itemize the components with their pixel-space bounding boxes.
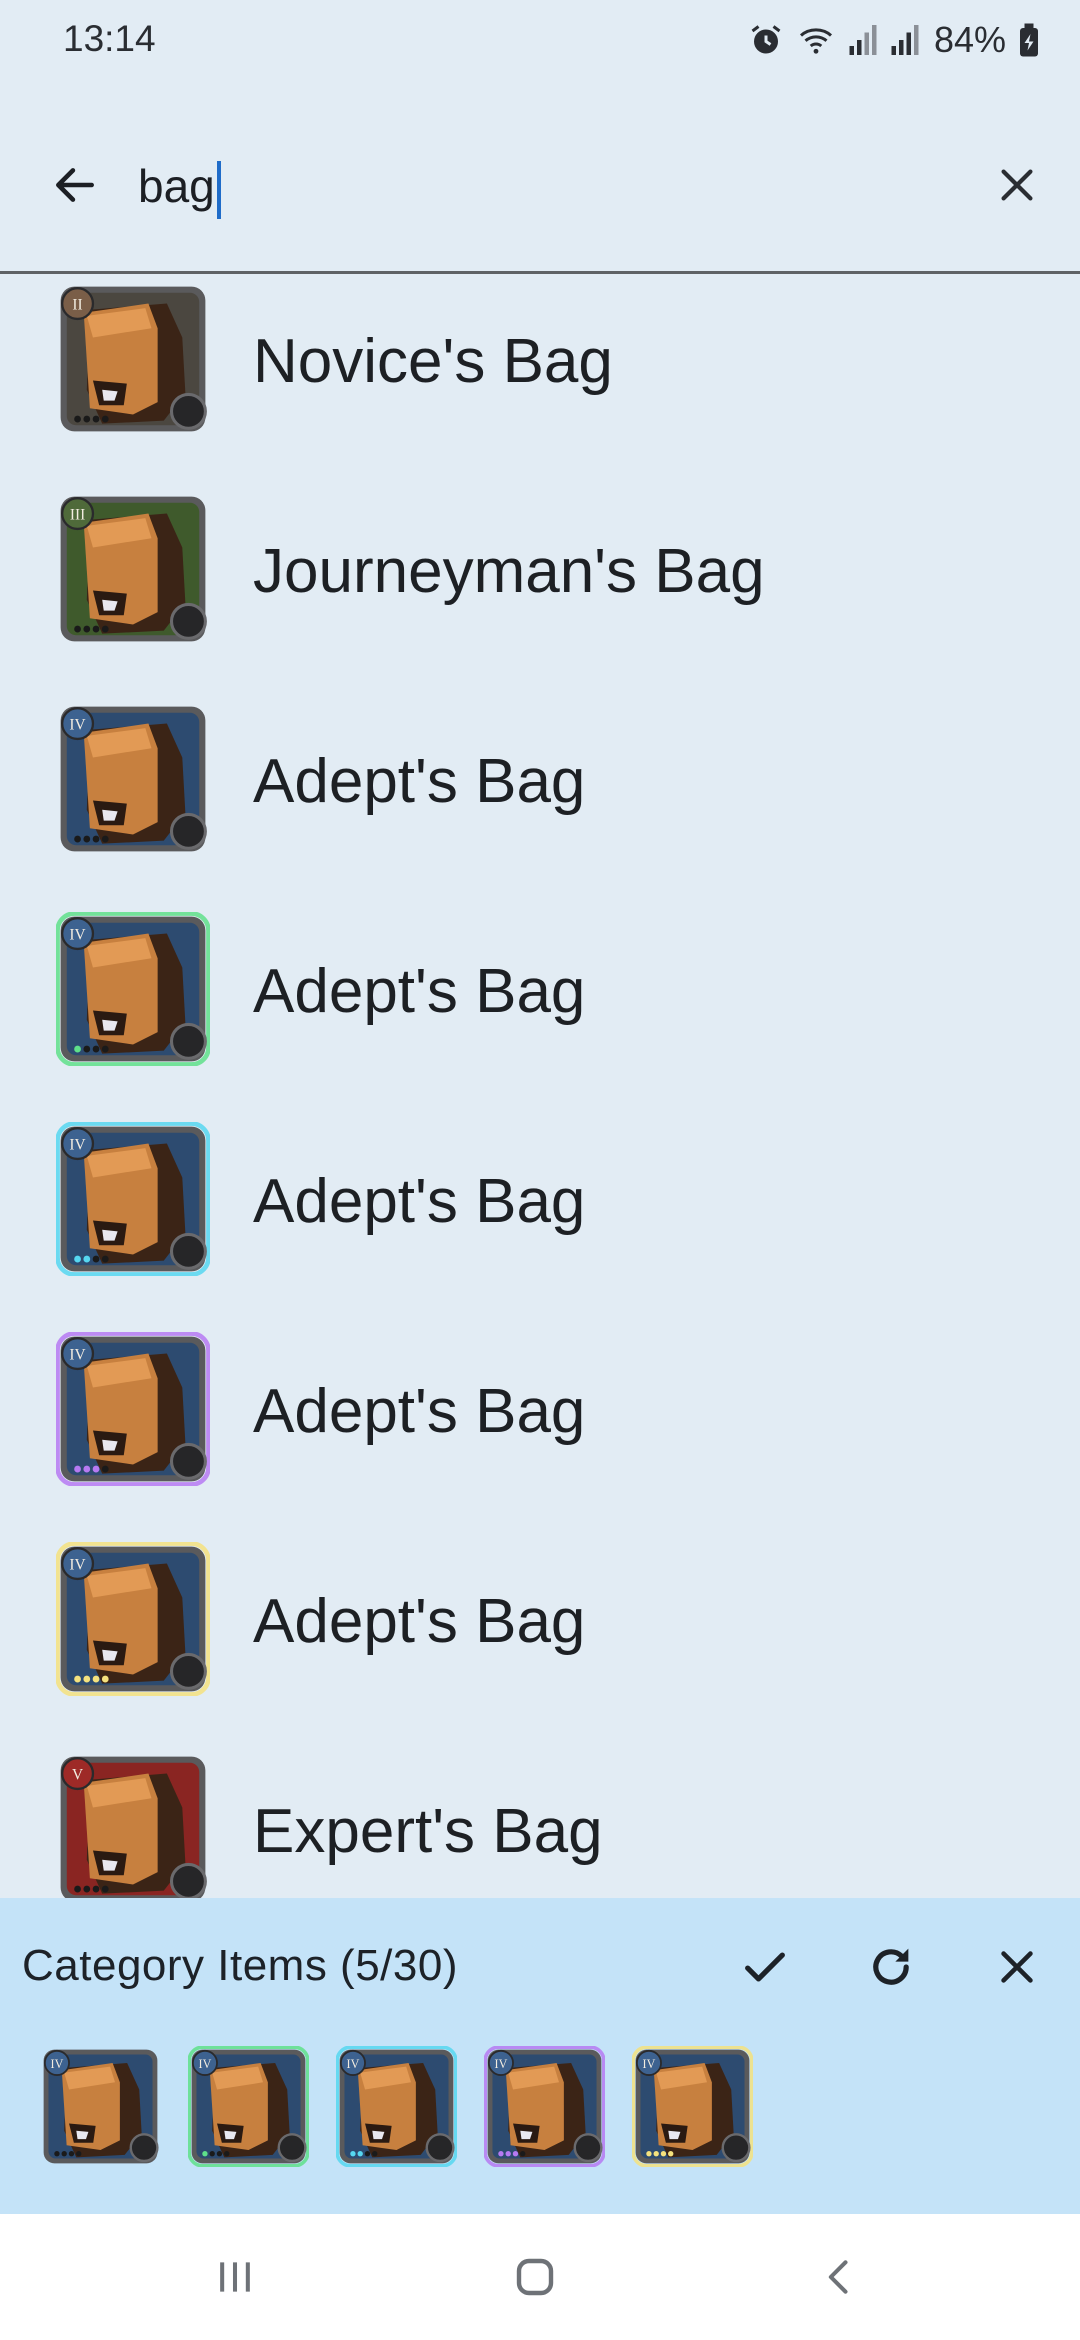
result-item[interactable]: IV Adept's Bag	[0, 644, 1080, 854]
category-item-thumbnail[interactable]: IV	[187, 2045, 310, 2168]
result-item[interactable]: IV Adept's Bag	[0, 1484, 1080, 1697]
category-item-thumbnail[interactable]: IV	[40, 2046, 161, 2167]
svg-text:IV: IV	[51, 2057, 64, 2071]
result-item[interactable]: IV Adept's Bag	[0, 854, 1080, 1067]
recents-icon	[220, 2262, 250, 2292]
svg-text:IV: IV	[69, 1347, 85, 1364]
bag-icon: IV	[55, 1541, 211, 1697]
svg-text:IV: IV	[69, 1137, 85, 1154]
system-back-button[interactable]	[795, 2242, 885, 2312]
result-item[interactable]: V Expert's Bag	[0, 1694, 1080, 1898]
back-button[interactable]	[40, 150, 110, 220]
result-item-label: Adept's Bag	[253, 957, 586, 1026]
close-icon	[1001, 1951, 1033, 1983]
result-item-label: Adept's Bag	[253, 1377, 586, 1446]
svg-text:IV: IV	[69, 717, 85, 734]
result-item-label: Adept's Bag	[253, 1587, 586, 1656]
result-item-label: Journeyman's Bag	[253, 537, 765, 606]
result-item[interactable]: III Journeyman's Bag	[0, 434, 1080, 644]
bag-icon: IV	[55, 1331, 211, 1487]
svg-text:IV: IV	[347, 2057, 360, 2071]
alarm-icon	[751, 25, 781, 54]
result-item-label: Expert's Bag	[253, 1797, 603, 1866]
result-item-label: Novice's Bag	[253, 327, 613, 396]
clear-search-button[interactable]	[982, 150, 1052, 220]
status-bar: 13:14 84%	[0, 0, 1080, 80]
wifi-icon	[799, 28, 832, 54]
result-item-label: Adept's Bag	[253, 747, 586, 816]
search-input[interactable]: bag	[138, 158, 221, 219]
svg-text:II: II	[72, 297, 82, 314]
search-bar: bag	[0, 100, 1080, 272]
bag-icon: II	[56, 282, 210, 436]
svg-text:IV: IV	[69, 927, 85, 944]
battery-icon	[1020, 23, 1038, 57]
signal-icon	[891, 25, 919, 55]
status-time: 13:14	[63, 18, 156, 59]
category-item-thumbnail[interactable]: IV	[483, 2045, 606, 2168]
navigation-bar	[0, 2214, 1080, 2340]
search-query: bag	[138, 160, 215, 212]
recents-button[interactable]	[190, 2242, 280, 2312]
refresh-icon	[873, 1948, 909, 1985]
bag-icon: IV	[55, 1121, 211, 1277]
svg-text:IV: IV	[199, 2057, 212, 2071]
home-button[interactable]	[490, 2242, 580, 2312]
refresh-button[interactable]	[858, 1934, 924, 2000]
category-panel: Category Items (5/30) IV IV IV IV IV	[0, 1898, 1080, 2214]
result-item-label: Adept's Bag	[253, 1167, 586, 1236]
svg-text:IV: IV	[495, 2057, 508, 2071]
back-icon	[828, 2260, 848, 2294]
svg-text:IV: IV	[69, 1557, 85, 1574]
status-icons: 84%	[748, 18, 1040, 62]
svg-text:IV: IV	[643, 2057, 656, 2071]
category-item-thumbnail[interactable]: IV	[631, 2045, 754, 2168]
arrow-left-icon	[56, 168, 94, 202]
category-title: Category Items (5/30)	[22, 1941, 458, 1990]
bag-icon: IV	[55, 911, 211, 1067]
confirm-button[interactable]	[732, 1934, 798, 2000]
text-caret	[216, 160, 221, 219]
signal-icon	[849, 25, 877, 55]
home-icon	[516, 2258, 554, 2296]
category-item-thumbnail[interactable]: IV	[335, 2045, 458, 2168]
result-list[interactable]: II Novice's Bag III Journeyman's Bag IV …	[0, 274, 1080, 1898]
result-item[interactable]: II Novice's Bag	[0, 274, 1080, 434]
bag-icon: V	[56, 1752, 210, 1898]
bag-icon: IV	[56, 702, 210, 856]
result-item[interactable]: IV Adept's Bag	[0, 1064, 1080, 1277]
close-icon	[1001, 169, 1033, 201]
category-items-row: IV IV IV IV IV	[40, 2045, 754, 2168]
battery-percentage: 84%	[933, 19, 1006, 60]
close-panel-button[interactable]	[984, 1934, 1050, 2000]
result-item[interactable]: IV Adept's Bag	[0, 1274, 1080, 1487]
svg-text:III: III	[70, 507, 85, 524]
bag-icon: III	[56, 492, 210, 646]
check-icon	[745, 1952, 785, 1982]
svg-text:V: V	[72, 1767, 83, 1784]
